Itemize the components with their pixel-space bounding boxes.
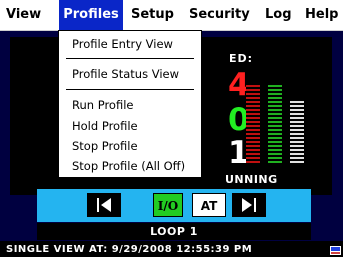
control-strip: I/O AT: [37, 189, 311, 222]
menu-item-profile-status-view[interactable]: Profile Status View: [72, 67, 179, 81]
profiles-dropdown-menu: Profile Entry View Profile Status View R…: [58, 30, 202, 178]
next-loop-button[interactable]: [232, 193, 266, 217]
green-bar-graph: [268, 85, 282, 165]
menu-item-profile-entry-view[interactable]: Profile Entry View: [72, 37, 173, 51]
menu-profiles[interactable]: Profiles: [59, 0, 123, 30]
red-bar-graph: [246, 85, 260, 165]
status-fragment: UNNING: [225, 173, 278, 186]
status-bar: SINGLE VIEW AT: 9/29/2008 12:55:39 PM: [0, 243, 343, 257]
menu-separator: [66, 58, 194, 59]
header-fragment: ED:: [229, 52, 254, 65]
menu-item-run-profile[interactable]: Run Profile: [72, 98, 133, 112]
menu-separator: [66, 89, 194, 90]
menu-item-stop-profile-all-off[interactable]: Stop Profile (All Off): [72, 159, 185, 173]
menu-help[interactable]: Help: [305, 0, 341, 30]
menu-log[interactable]: Log: [265, 0, 295, 30]
menu-item-stop-profile[interactable]: Stop Profile: [72, 139, 138, 153]
menu-view[interactable]: View: [6, 0, 46, 30]
previous-loop-button[interactable]: [87, 193, 121, 217]
loop-label: LOOP 1: [37, 223, 311, 240]
menu-bar: View Profiles Setup Security Log Help: [0, 0, 343, 31]
status-text: SINGLE VIEW AT: 9/29/2008 12:55:39 PM: [6, 244, 253, 255]
white-bar-graph: [290, 101, 304, 165]
menu-item-hold-profile[interactable]: Hold Profile: [72, 119, 138, 133]
menu-security[interactable]: Security: [189, 0, 257, 30]
keyboard-icon[interactable]: [330, 246, 341, 255]
io-button[interactable]: I/O: [153, 193, 183, 217]
right-arrow-icon: [242, 198, 256, 212]
menu-setup[interactable]: Setup: [131, 0, 179, 30]
left-arrow-icon: [97, 198, 111, 212]
autotune-button[interactable]: AT: [192, 193, 226, 217]
